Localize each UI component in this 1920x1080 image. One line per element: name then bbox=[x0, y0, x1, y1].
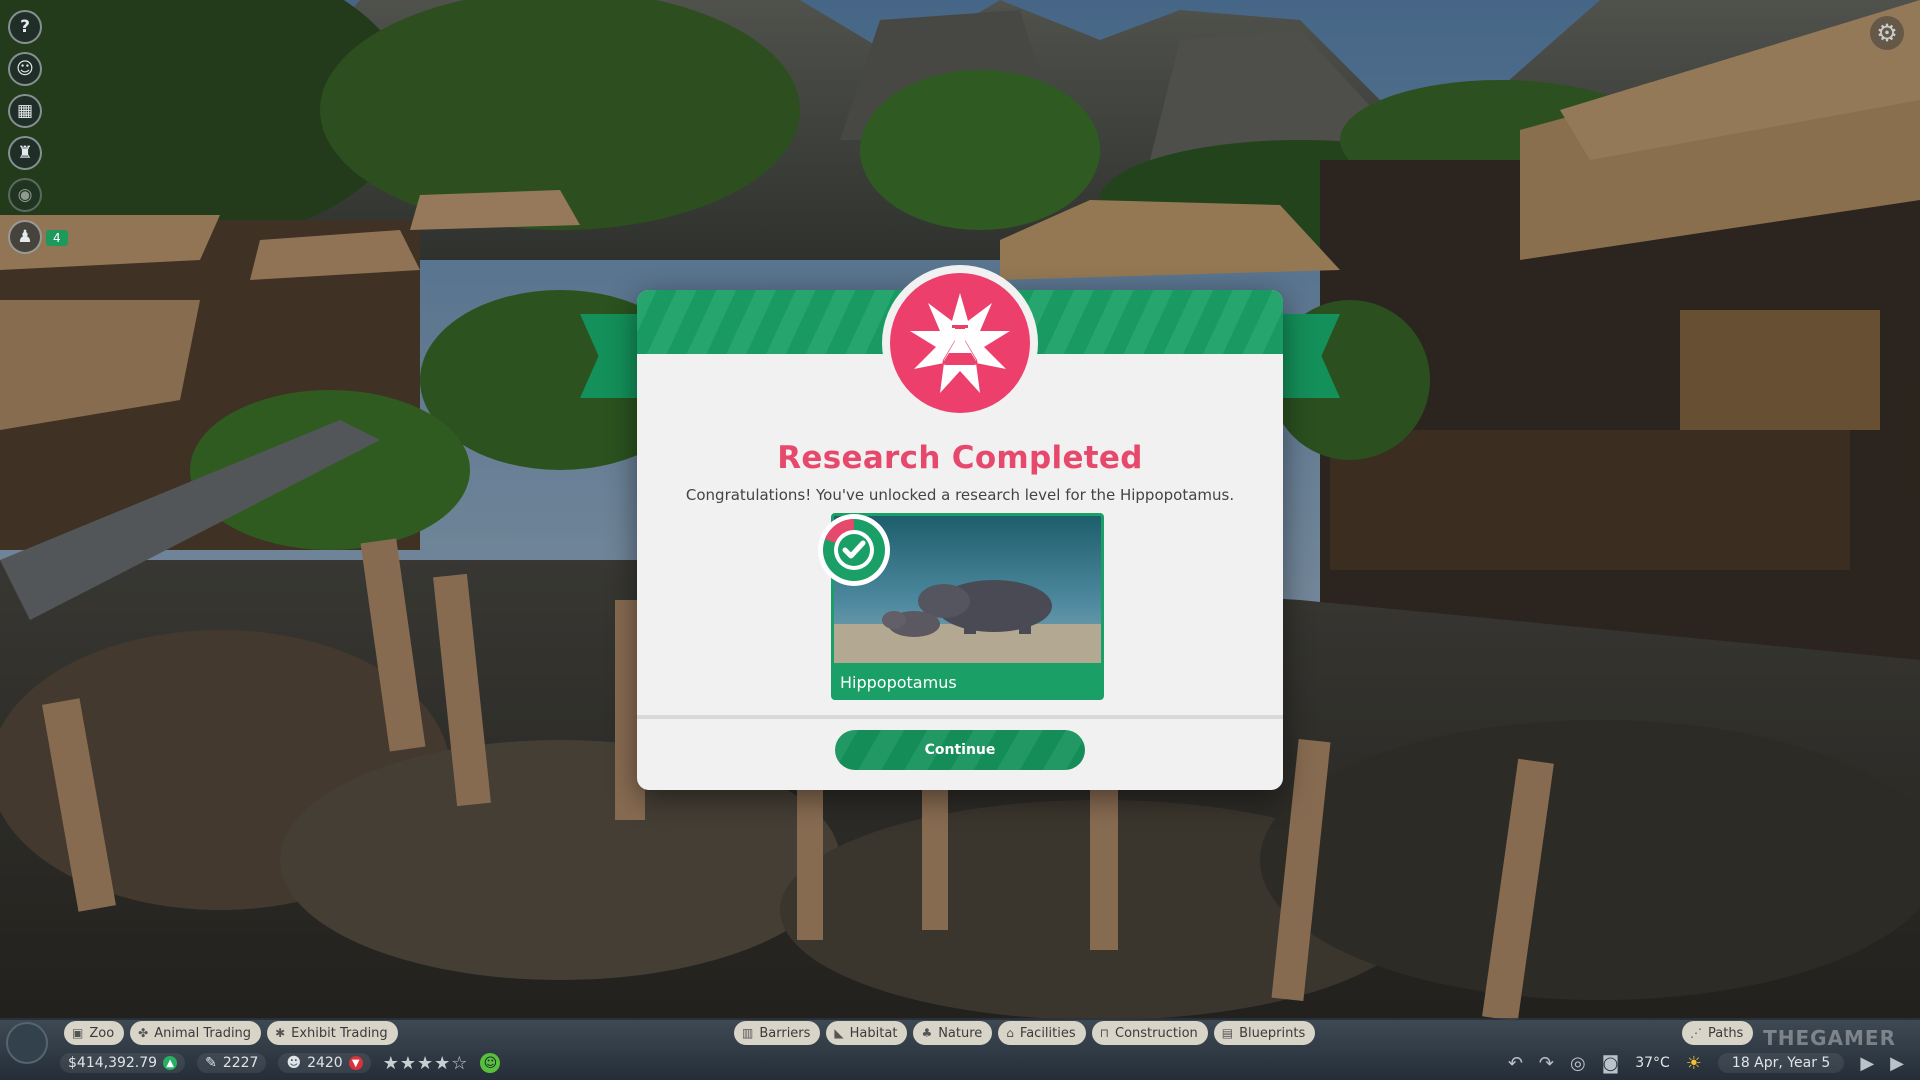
tab-animal-trading[interactable]: ✤ Animal Trading bbox=[130, 1021, 262, 1045]
tab-blueprints[interactable]: ▤ Blueprints bbox=[1213, 1021, 1316, 1045]
habitat-icon: ◣ bbox=[834, 1026, 844, 1040]
construction-icon: ⊓ bbox=[1099, 1026, 1110, 1040]
main-menu-button[interactable] bbox=[6, 1022, 48, 1064]
money-up-icon: ▲ bbox=[163, 1056, 178, 1070]
tab-barriers[interactable]: ▥ Barriers bbox=[734, 1021, 821, 1045]
guest-happiness-icon[interactable]: ☺ bbox=[480, 1053, 501, 1073]
overlay-icon[interactable]: ◎ bbox=[1570, 1053, 1586, 1074]
tab-facilities[interactable]: ⌂ Facilities bbox=[998, 1021, 1086, 1045]
tab-exhibit-trading[interactable]: ✱ Exhibit Trading bbox=[267, 1021, 398, 1045]
camera-icon[interactable]: ◙ bbox=[1602, 1053, 1619, 1074]
path-icon: ⋰ bbox=[1690, 1026, 1702, 1040]
calendar-icon[interactable]: ▦ bbox=[8, 94, 42, 128]
temperature-value: 37°C bbox=[1635, 1055, 1670, 1071]
tab-paths[interactable]: ⋰ Paths bbox=[1682, 1021, 1754, 1045]
palm-tree-icon: ♣ bbox=[921, 1026, 933, 1040]
flask-burst-icon bbox=[910, 293, 1010, 393]
research-level-check-icon bbox=[818, 514, 890, 586]
side-toolbar: ? ☺ ▦ ♜ ◉ ♟ 4 bbox=[8, 10, 68, 262]
research-points-value: 2227 bbox=[222, 1055, 259, 1071]
tab-paths-label: Paths bbox=[1708, 1025, 1744, 1041]
settings-gear-icon[interactable]: ⚙ bbox=[1870, 16, 1904, 50]
tab-exhibit-trading-label: Exhibit Trading bbox=[291, 1025, 388, 1041]
fast-forward-icon[interactable]: ▶ bbox=[1890, 1053, 1904, 1074]
game-date: 18 Apr, Year 5 bbox=[1717, 1053, 1845, 1073]
money-value: $414,392.79 bbox=[68, 1055, 158, 1071]
tab-facilities-label: Facilities bbox=[1019, 1025, 1076, 1041]
tab-nature-label: Nature bbox=[938, 1025, 983, 1041]
guests-value: 2420 bbox=[307, 1055, 343, 1071]
zookeeper-icon[interactable]: ☺ bbox=[8, 52, 42, 86]
tab-animal-trading-label: Animal Trading bbox=[154, 1025, 252, 1041]
dialog-divider bbox=[637, 715, 1283, 719]
redo-icon[interactable]: ↷ bbox=[1539, 1053, 1554, 1074]
fence-icon: ▥ bbox=[742, 1026, 754, 1040]
tab-barriers-label: Barriers bbox=[759, 1025, 811, 1041]
build-tabs: ▥ Barriers ◣ Habitat ♣ Nature ⌂ Faciliti… bbox=[734, 1021, 1316, 1045]
zoo-icon: ▣ bbox=[72, 1026, 84, 1040]
status-bar-left: $414,392.79 ▲ ✎ 2227 ☻ 2420 ▼ ★★★★☆ ☺ bbox=[60, 1052, 501, 1074]
eye-icon[interactable]: ◉ bbox=[8, 178, 42, 212]
guests-down-icon: ▼ bbox=[348, 1056, 363, 1070]
status-bar-right: ↶ ↷ ◎ ◙ 37°C ☀ 18 Apr, Year 5 ▶ ▶ bbox=[1508, 1052, 1904, 1074]
money-display[interactable]: $414,392.79 ▲ bbox=[60, 1053, 186, 1073]
alert-count-badge: 4 bbox=[46, 230, 68, 246]
tab-zoo[interactable]: ▣ Zoo bbox=[64, 1021, 125, 1045]
tab-habitat[interactable]: ◣ Habitat bbox=[826, 1021, 908, 1045]
tab-construction-label: Construction bbox=[1115, 1025, 1198, 1041]
thegamer-watermark: THEGAMER bbox=[1763, 1026, 1896, 1050]
research-points-icon: ✎ bbox=[205, 1055, 217, 1071]
tab-blueprints-label: Blueprints bbox=[1239, 1025, 1306, 1041]
research-points-display[interactable]: ✎ 2227 bbox=[197, 1053, 267, 1073]
guests-display[interactable]: ☻ 2420 ▼ bbox=[278, 1053, 371, 1073]
play-speed-icon[interactable]: ▶ bbox=[1860, 1053, 1874, 1074]
dialog-body: Research Completed Congratulations! You'… bbox=[637, 440, 1283, 504]
research-badge-inner bbox=[890, 273, 1030, 413]
blueprint-icon: ▤ bbox=[1221, 1026, 1234, 1040]
paw-icon: ✤ bbox=[138, 1026, 149, 1040]
research-badge bbox=[882, 265, 1038, 421]
animal-card-label: Hippopotamus bbox=[840, 673, 957, 692]
tab-nature[interactable]: ♣ Nature bbox=[913, 1021, 993, 1045]
management-tabs: ▣ Zoo ✤ Animal Trading ✱ Exhibit Trading bbox=[64, 1021, 398, 1045]
facilities-icon: ⌂ bbox=[1006, 1026, 1014, 1040]
guests-icon: ☻ bbox=[286, 1055, 302, 1071]
zoo-rating-stars[interactable]: ★★★★☆ bbox=[383, 1053, 469, 1074]
tab-construction[interactable]: ⊓ Construction bbox=[1091, 1021, 1208, 1045]
tab-habitat-label: Habitat bbox=[849, 1025, 898, 1041]
sun-icon: ☀ bbox=[1685, 1052, 1702, 1074]
undo-icon[interactable]: ↶ bbox=[1508, 1053, 1523, 1074]
alerts-button-wrap: ♟ 4 bbox=[8, 220, 68, 254]
trophy-icon[interactable]: ♜ bbox=[8, 136, 42, 170]
dialog-title: Research Completed bbox=[777, 440, 1143, 476]
path-tabs: ⋰ Paths bbox=[1682, 1021, 1754, 1045]
dialog-message: Congratulations! You've unlocked a resea… bbox=[685, 486, 1235, 504]
continue-button[interactable]: Continue bbox=[835, 730, 1085, 770]
bug-icon: ✱ bbox=[275, 1026, 286, 1040]
tab-zoo-label: Zoo bbox=[89, 1025, 115, 1041]
staff-alert-icon[interactable]: ♟ bbox=[8, 220, 42, 254]
help-icon[interactable]: ? bbox=[8, 10, 42, 44]
